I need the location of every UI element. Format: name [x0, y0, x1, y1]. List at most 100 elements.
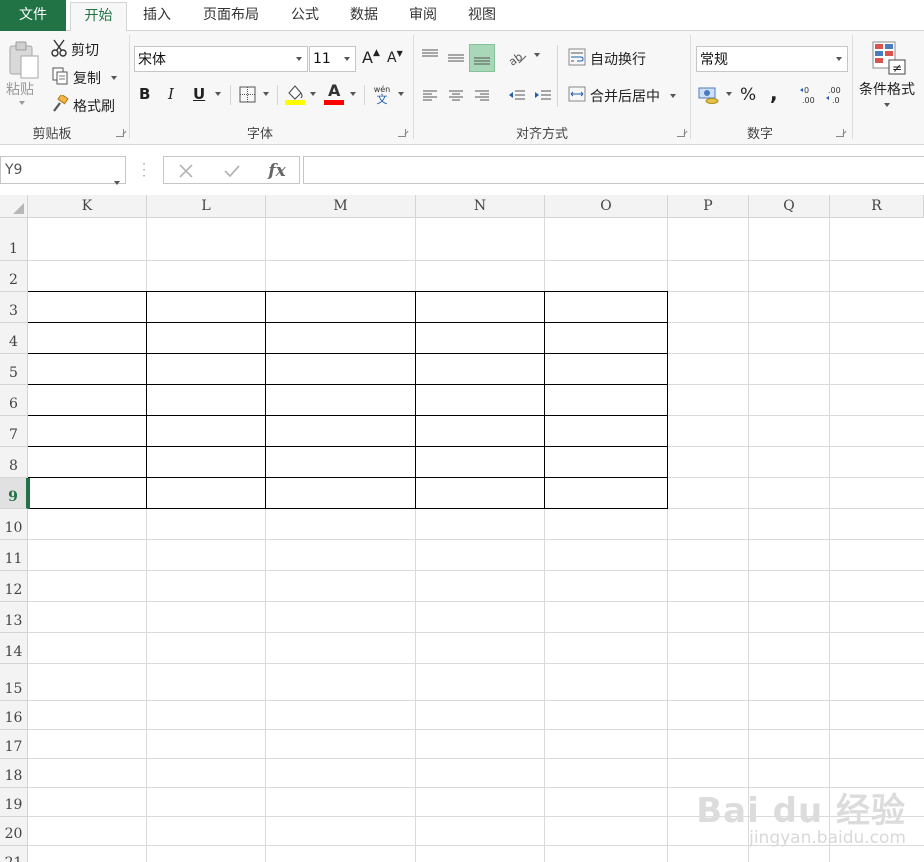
column-header-r[interactable]: R: [830, 195, 924, 218]
accounting-dropdown-icon[interactable]: [722, 92, 732, 96]
number-format-select[interactable]: 常规: [696, 46, 848, 72]
font-launcher-icon[interactable]: [398, 129, 406, 137]
row-header-6[interactable]: 6: [0, 385, 28, 416]
column-header-q[interactable]: Q: [749, 195, 830, 218]
align-left-icon[interactable]: [420, 86, 440, 106]
row-header-7[interactable]: 7: [0, 416, 28, 447]
row-header-16[interactable]: 16: [0, 701, 28, 730]
worksheet-grid[interactable]: K L M N O P Q R 1 2 3 4 5 6 7 8 9 10 11 …: [0, 195, 924, 862]
merge-center-button[interactable]: 合并后居中: [568, 85, 676, 107]
enter-checkmark-icon[interactable]: [222, 161, 242, 181]
accounting-format-icon[interactable]: [697, 84, 721, 106]
increase-indent-icon[interactable]: [532, 86, 554, 106]
underline-dropdown-icon[interactable]: [211, 92, 221, 96]
conditional-format-dropdown-icon[interactable]: [884, 103, 890, 107]
row-header-12[interactable]: 12: [0, 571, 28, 602]
decrease-indent-icon[interactable]: [506, 86, 528, 106]
font-name-select[interactable]: 宋体: [134, 46, 308, 72]
paste-dropdown[interactable]: [19, 101, 25, 105]
formula-input[interactable]: [303, 156, 924, 184]
font-size-select[interactable]: 11: [309, 46, 356, 72]
clipboard-launcher-icon[interactable]: [116, 129, 124, 137]
row-header-19[interactable]: 19: [0, 788, 28, 817]
row-header-21[interactable]: 21: [0, 846, 28, 862]
orientation-dropdown-icon[interactable]: [530, 53, 540, 57]
row-header-17[interactable]: 17: [0, 730, 28, 759]
fill-color-icon[interactable]: [285, 82, 305, 106]
column-header-m[interactable]: M: [266, 195, 416, 218]
tab-view[interactable]: 视图: [457, 2, 507, 31]
row-header-2[interactable]: 2: [0, 261, 28, 292]
name-box-dropdown-icon[interactable]: [114, 168, 120, 194]
decrease-decimal-icon[interactable]: .00.0: [825, 83, 845, 107]
orientation-icon[interactable]: ab: [506, 46, 528, 68]
column-header-o[interactable]: O: [545, 195, 668, 218]
row-header-5[interactable]: 5: [0, 354, 28, 385]
borders-dropdown-icon[interactable]: [259, 92, 269, 96]
tab-review[interactable]: 审阅: [398, 2, 448, 31]
insert-function-icon[interactable]: fx: [264, 159, 290, 183]
paintbrush-icon: [51, 93, 73, 117]
row-header-1[interactable]: 1: [0, 218, 28, 261]
paste-icon[interactable]: [4, 39, 44, 81]
row-header-11[interactable]: 11: [0, 540, 28, 571]
column-header-n[interactable]: N: [416, 195, 545, 218]
tab-insert[interactable]: 插入: [133, 2, 181, 31]
paste-button[interactable]: 粘贴: [6, 79, 34, 99]
shrink-font-button[interactable]: A ▼: [387, 49, 403, 67]
align-right-icon[interactable]: [472, 86, 492, 106]
number-format-dropdown-icon[interactable]: [831, 47, 847, 71]
cut-button[interactable]: 剪切: [51, 39, 99, 61]
row-header-3[interactable]: 3: [0, 292, 28, 323]
font-size-dropdown-icon[interactable]: [339, 47, 355, 71]
select-all-corner[interactable]: [0, 195, 28, 218]
formula-bar-resize-handle[interactable]: · · ·: [140, 158, 148, 182]
name-box[interactable]: Y9: [0, 156, 126, 185]
conditional-format-button[interactable]: 条件格式: [859, 79, 915, 99]
row-header-10[interactable]: 10: [0, 509, 28, 540]
number-launcher-icon[interactable]: [836, 129, 844, 137]
font-color-icon[interactable]: A: [323, 81, 345, 106]
increase-decimal-icon[interactable]: 0.00: [799, 83, 819, 107]
wrap-text-button[interactable]: 自动换行: [568, 48, 646, 70]
copy-button[interactable]: 复制: [51, 67, 117, 89]
row-header-9[interactable]: 9: [0, 478, 28, 509]
tab-home[interactable]: 开始: [70, 2, 127, 32]
italic-button[interactable]: I: [168, 85, 174, 103]
row-header-8[interactable]: 8: [0, 447, 28, 478]
tab-page-layout[interactable]: 页面布局: [193, 2, 269, 31]
row-header-15[interactable]: 15: [0, 664, 28, 701]
borders-icon[interactable]: [237, 84, 257, 104]
tab-data[interactable]: 数据: [339, 2, 389, 31]
underline-button[interactable]: U: [193, 85, 205, 103]
tab-formulas[interactable]: 公式: [280, 2, 330, 31]
phonetic-icon[interactable]: wén 文: [372, 83, 392, 107]
alignment-launcher-icon[interactable]: [677, 129, 685, 137]
row-header-14[interactable]: 14: [0, 633, 28, 664]
column-header-p[interactable]: P: [668, 195, 749, 218]
copy-dropdown-icon[interactable]: [111, 76, 117, 80]
format-painter-button[interactable]: 格式刷: [51, 93, 115, 117]
bold-button[interactable]: B: [139, 85, 150, 103]
align-top-icon[interactable]: [420, 46, 440, 66]
merge-center-dropdown-icon[interactable]: [670, 94, 676, 98]
phonetic-dropdown-icon[interactable]: [394, 92, 404, 96]
row-header-4[interactable]: 4: [0, 323, 28, 354]
conditional-format-icon[interactable]: ≠: [870, 39, 908, 77]
row-header-20[interactable]: 20: [0, 817, 28, 846]
font-color-dropdown-icon[interactable]: [346, 92, 356, 96]
tab-file[interactable]: 文件: [0, 0, 66, 31]
fill-color-dropdown-icon[interactable]: [306, 92, 316, 96]
cancel-icon[interactable]: [176, 161, 196, 181]
align-center-icon[interactable]: [446, 86, 466, 106]
comma-button[interactable]: ,: [770, 81, 778, 105]
row-header-13[interactable]: 13: [0, 602, 28, 633]
column-header-k[interactable]: K: [28, 195, 147, 218]
percent-button[interactable]: %: [740, 85, 756, 105]
grow-font-button[interactable]: A ▲: [362, 48, 380, 68]
align-middle-icon[interactable]: [445, 46, 467, 70]
column-header-l[interactable]: L: [147, 195, 266, 218]
row-header-18[interactable]: 18: [0, 759, 28, 788]
font-name-dropdown-icon[interactable]: [291, 47, 307, 71]
align-bottom-icon[interactable]: [469, 44, 495, 72]
